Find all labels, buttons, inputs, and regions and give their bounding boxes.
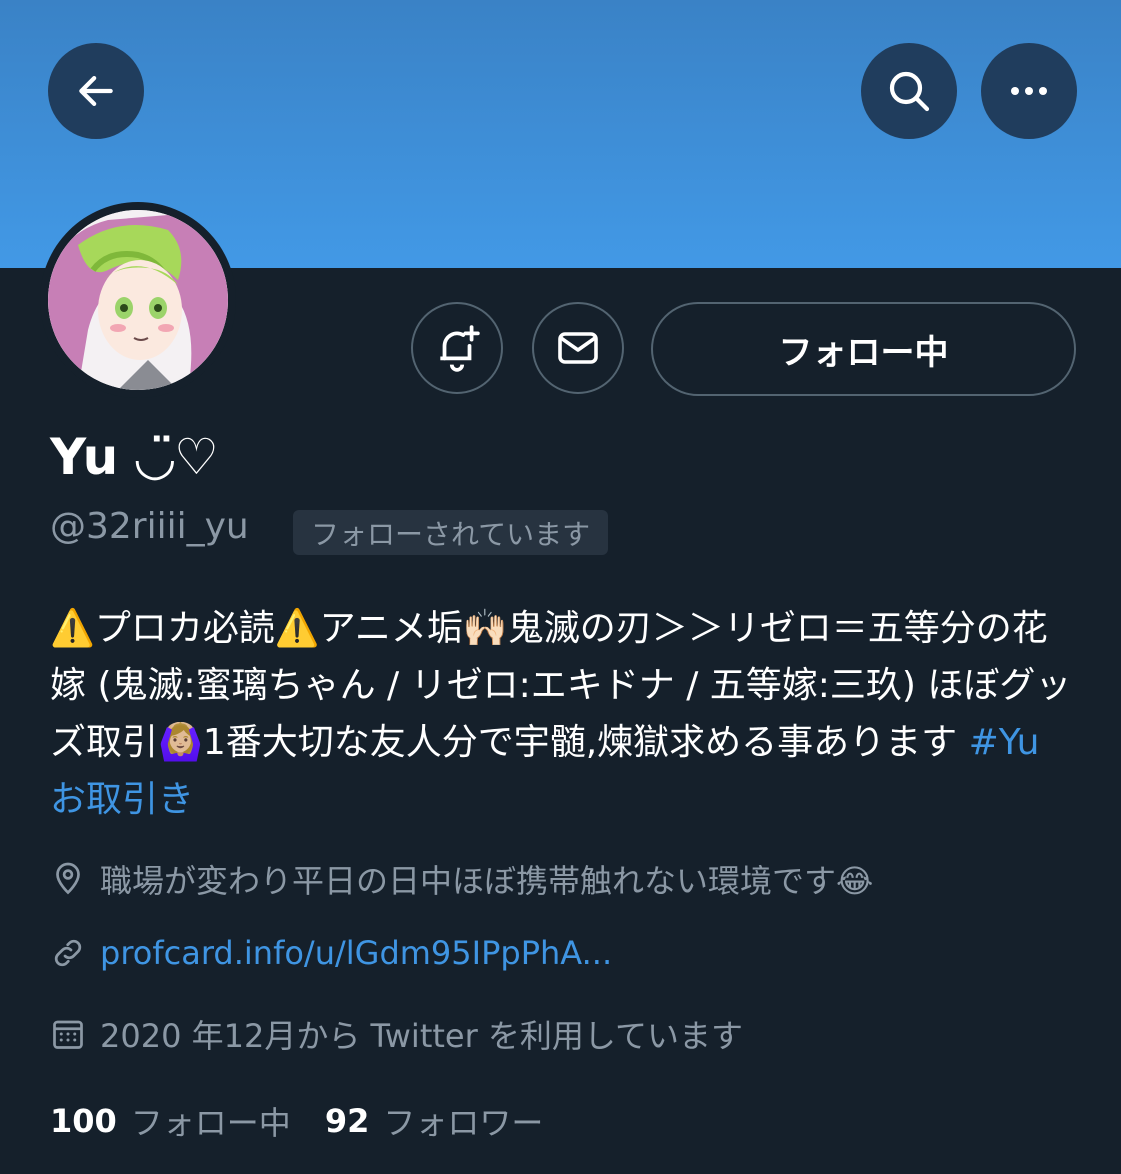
- follow-stats: 100 フォロー中 92 フォロワー: [50, 1098, 577, 1144]
- back-button[interactable]: [48, 43, 144, 139]
- handle: @32riiii_yu: [50, 506, 249, 547]
- followers-stat[interactable]: 92 フォロワー: [325, 1098, 544, 1144]
- link-icon: [54, 939, 82, 967]
- more-horizontal-icon: [1011, 87, 1047, 95]
- followers-label: フォロワー: [383, 1104, 544, 1142]
- search-button[interactable]: [861, 43, 957, 139]
- avatar[interactable]: [40, 202, 236, 398]
- search-icon: [889, 71, 930, 112]
- followers-count: 92: [324, 1102, 370, 1140]
- location-pin-icon: [56, 862, 80, 895]
- following-stat[interactable]: 100 フォロー中: [50, 1098, 291, 1144]
- following-button-label: フォロー中: [778, 332, 949, 373]
- more-button[interactable]: [981, 43, 1077, 139]
- bio: ⚠️プロカ必読⚠️アニメ垢🙌🏻鬼滅の刃＞＞リゼロ＝五等分の花嫁 (鬼滅:蜜璃ちゃ…: [50, 600, 1080, 828]
- message-button[interactable]: [532, 302, 624, 394]
- display-name-text: Yu ◡̈♡: [50, 428, 219, 486]
- bell-plus-icon: [440, 325, 480, 372]
- location-row: 職場が変わり平日の日中ほぼ携帯触れない環境です😂: [50, 856, 873, 902]
- bio-text: ⚠️プロカ必読⚠️アニメ垢🙌🏻鬼滅の刃＞＞リゼロ＝五等分の花嫁 (鬼滅:蜜璃ちゃ…: [50, 608, 1072, 763]
- joined-text: 2020 年12月から Twitter を利用しています: [100, 1017, 743, 1055]
- arrow-left-icon: [79, 76, 113, 106]
- location-text: 職場が変わり平日の日中ほぼ携帯触れない環境です😂: [100, 862, 874, 900]
- display-name: Yu ◡̈♡: [50, 424, 219, 490]
- mail-icon: [558, 332, 598, 364]
- calendar-icon: [53, 1020, 83, 1049]
- following-label: フォロー中: [130, 1104, 291, 1142]
- joined-row: 2020 年12月から Twitter を利用しています: [50, 1011, 743, 1057]
- avatar-image: [48, 210, 228, 390]
- follows-you-badge: フォローされています: [293, 510, 609, 555]
- notify-button[interactable]: [411, 302, 503, 394]
- profile-link[interactable]: profcard.info/u/lGdm95IPpPhA...: [100, 934, 612, 972]
- following-button[interactable]: フォロー中: [651, 302, 1076, 396]
- link-row: profcard.info/u/lGdm95IPpPhA...: [50, 934, 612, 972]
- following-count: 100: [50, 1102, 117, 1140]
